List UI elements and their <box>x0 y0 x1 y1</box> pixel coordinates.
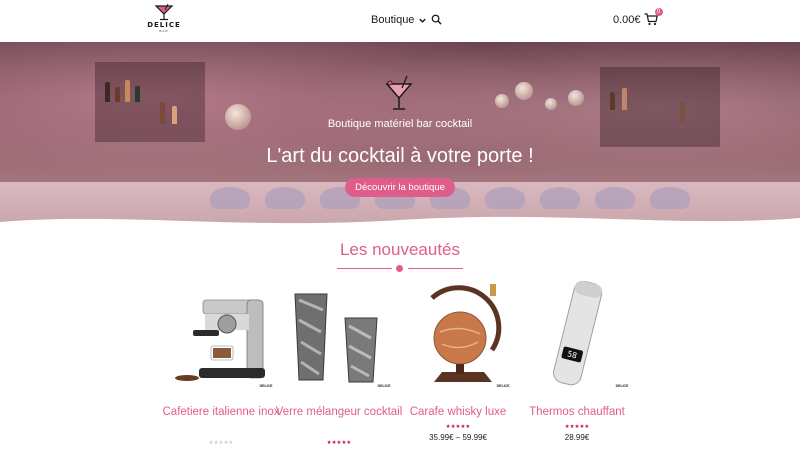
section-divider <box>337 264 463 274</box>
nav-boutique[interactable]: Boutique <box>371 14 427 26</box>
product-name[interactable]: Cafetiere italienne inox <box>157 404 285 420</box>
product-card[interactable]: DELICE Carafe whisky luxe ★★★★★ 35.99€ –… <box>404 280 512 442</box>
cart-icon: 0 <box>644 8 663 26</box>
product-card[interactable]: DELICE Cafetiere italienne inox ★★★★★ <box>163 280 280 446</box>
product-rating: ★★★★★ <box>208 440 234 446</box>
site-logo[interactable]: DELICE BAR <box>146 4 182 38</box>
product-image[interactable]: DELICE <box>285 280 393 392</box>
product-rating: ★★★★★ <box>564 424 590 430</box>
cart-button[interactable]: 0.00€ 0 <box>613 8 663 26</box>
section-title: Les nouveautés <box>339 240 461 259</box>
product-name[interactable]: Thermos chauffant <box>513 404 641 420</box>
chevron-down-icon <box>419 18 427 23</box>
search-icon[interactable] <box>431 14 442 25</box>
product-image[interactable]: 58 DELICE <box>523 280 631 392</box>
product-badge: DELICE <box>615 384 629 388</box>
logo-text: DELICE <box>147 21 181 29</box>
product-image[interactable]: DELICE <box>404 280 512 392</box>
cocktail-glass-icon <box>385 75 413 110</box>
hero-subtitle: Boutique matériel bar cocktail <box>327 118 473 130</box>
product-name[interactable]: Verre mélangeur cocktail <box>275 404 403 420</box>
hero-banner: Boutique matériel bar cocktail L'art du … <box>0 42 800 228</box>
product-card[interactable]: 58 DELICE Thermos chauffant ★★★★★ 28.99€ <box>523 280 631 442</box>
cocktail-glass-icon <box>154 4 174 21</box>
product-price: 28.99€ <box>564 433 590 442</box>
product-badge: DELICE <box>496 384 510 388</box>
nav-boutique-label: Boutique <box>371 14 415 26</box>
product-rating: ★★★★★ <box>326 440 352 446</box>
product-image[interactable]: DELICE <box>167 280 275 392</box>
cart-total: 0.00€ <box>613 13 641 26</box>
product-price: 35.99€ – 59.99€ <box>429 433 487 442</box>
product-rating: ★★★★★ <box>445 424 471 430</box>
product-card[interactable]: DELICE Verre mélangeur cocktail ★★★★★ <box>276 280 402 446</box>
logo-subtext: BAR <box>159 29 169 33</box>
site-header: DELICE BAR Boutique 0.00€ 0 <box>0 0 800 42</box>
discover-shop-button[interactable]: Découvrir la boutique <box>345 178 455 197</box>
product-badge: DELICE <box>377 384 391 388</box>
hero-title: L'art du cocktail à votre porte ! <box>266 145 534 167</box>
product-badge: DELICE <box>259 384 273 388</box>
hero-wave-divider <box>0 216 800 228</box>
product-name[interactable]: Carafe whisky luxe <box>394 404 522 420</box>
cart-count-badge: 0 <box>654 8 663 16</box>
